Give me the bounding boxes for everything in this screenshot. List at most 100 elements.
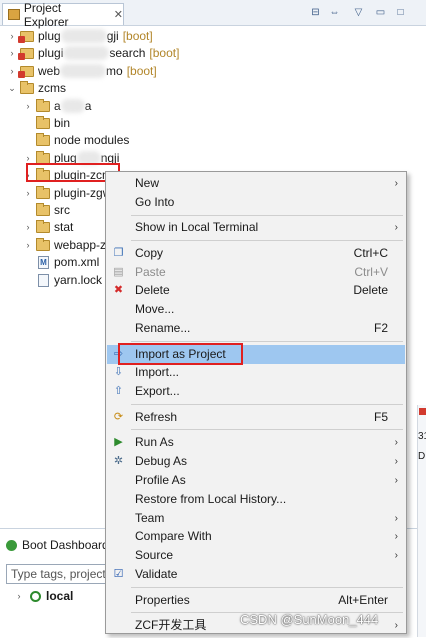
menu-debug-as-label: Debug As [135,454,188,468]
menu-restore-from-local-history-label: Restore from Local History... [135,492,287,506]
tree-item-label: bin [54,116,71,130]
folder-icon [20,80,34,94]
tree-item-label-suffix: a [84,99,92,113]
menu-properties-label: Properties [135,593,190,607]
view-menu-icon[interactable]: ▽ [352,6,365,19]
expand-arrow-icon[interactable]: › [7,44,17,62]
menu-export-label: Export... [135,384,180,398]
menu-show-in-local-terminal-label: Show in Local Terminal [135,220,259,234]
import-icon: ⇩ [113,366,124,378]
tab-project-explorer[interactable]: Project Explorer ✕ [2,1,124,29]
run-icon: ▶ [114,436,123,448]
menu-team-label: Team [135,511,165,525]
side-stub-letter: D [418,451,426,462]
folder-icon [36,115,50,129]
menu-debug-as[interactable]: ✲ Debug As › [107,452,405,471]
submenu-arrow-icon: › [394,437,398,448]
expand-arrow-icon[interactable]: ⌄ [7,79,17,97]
expand-arrow-icon[interactable]: › [7,27,17,45]
expand-arrow-icon[interactable]: › [23,184,33,202]
menu-properties-shortcut: Alt+Enter [338,593,388,607]
menu-import[interactable]: ⇩ Import... [107,363,405,382]
menu-compare-with[interactable]: Compare With › [107,527,405,546]
redacted-text [60,99,85,113]
menu-source[interactable]: Source › [107,546,405,565]
menu-move-label: Move... [135,302,175,316]
menu-paste[interactable]: ▤ Paste Ctrl+V [107,263,405,282]
tree-item-plugin-gongji-project[interactable]: › plug gji [boot] [7,27,153,45]
menu-profile-as[interactable]: Profile As › [107,471,405,490]
tree-item-plugin-search-project[interactable]: › plugi search [boot] [7,44,179,62]
menu-validate[interactable]: ☑ Validate [107,565,405,584]
menu-separator [131,587,403,588]
minimize-icon[interactable]: ▭ [374,6,387,19]
link-editor-icon[interactable]: ⇔ [328,6,341,19]
menu-show-in-local-terminal[interactable]: Show in Local Terminal › [107,218,405,237]
menu-rename[interactable]: Rename... F2 [107,319,405,338]
redacted-text [63,46,110,60]
tree-item-file-pom-xml[interactable]: Mpom.xml [23,253,99,271]
submenu-arrow-icon: › [394,222,398,233]
folder-icon [36,202,50,216]
tree-item-label: src [54,203,70,217]
tree-item-local[interactable]: › local [14,587,74,605]
tab-boot-dashboard-label: Boot Dashboard [22,538,109,552]
local-label: local [46,589,74,603]
expand-arrow-icon[interactable]: › [23,218,33,236]
menu-validate-label: Validate [135,567,178,581]
menu-move[interactable]: Move... [107,300,405,319]
tree-item-folder-webapp-zc[interactable]: › webapp-zc [23,236,112,254]
menu-team[interactable]: Team › [107,509,405,528]
tree-item-webapp-demo-project[interactable]: › web mo [boot] [7,62,157,80]
menu-run-as[interactable]: ▶ Run As › [107,433,405,452]
submenu-arrow-icon: › [394,178,398,189]
tree-item-folder-src[interactable]: src [23,201,70,219]
tab-boot-dashboard[interactable]: Boot Dashboard [2,534,109,556]
tree-item-folder-node-modules[interactable]: node modules [23,131,129,149]
expand-arrow-icon[interactable]: › [23,97,33,115]
submenu-arrow-icon: › [394,513,398,524]
menu-rename-label: Rename... [135,321,191,335]
project-explorer-tabbar: Project Explorer ✕ ⊟ ⇔ ▽ ▭ □ [0,0,426,29]
close-icon[interactable]: ✕ [114,8,123,21]
maximize-icon[interactable]: □ [394,6,407,19]
folder-icon [36,185,50,199]
expand-arrow-icon[interactable]: › [7,62,17,80]
menu-refresh[interactable]: ⟳ Refresh F5 [107,408,405,427]
menu-new[interactable]: New › [107,174,405,193]
menu-separator [131,404,403,405]
local-target-icon [30,590,41,602]
boot-tag: [boot] [149,46,180,60]
tree-item-folder-stat[interactable]: › stat [23,218,73,236]
tree-item-zcms-project[interactable]: ⌄ zcms [7,79,66,97]
menu-delete[interactable]: ✖ Delete Delete [107,281,405,300]
tree-item-folder-plugin-zgw[interactable]: › plugin-zgw [23,184,111,202]
redacted-text [60,64,107,78]
project-explorer-icon [8,9,20,20]
boot-project-icon [18,30,34,43]
tree-item-folder-a[interactable]: › a a [23,97,91,115]
menu-copy-shortcut: Ctrl+C [353,246,388,260]
menu-export[interactable]: ⇧ Export... [107,382,405,401]
menu-separator [131,240,403,241]
folder-icon [36,150,50,164]
menu-properties[interactable]: Properties Alt+Enter [107,591,405,610]
tree-item-folder-bin[interactable]: bin [23,114,70,132]
menu-copy[interactable]: ❐ Copy Ctrl+C [107,244,405,263]
collapse-all-icon[interactable]: ⊟ [309,6,322,19]
expand-arrow-icon[interactable]: › [23,236,33,254]
file-icon [38,273,49,287]
menu-run-as-label: Run As [135,435,174,449]
tree-item-label: webapp-zc [54,238,113,252]
submenu-arrow-icon: › [394,531,398,542]
menu-restore-from-local-history[interactable]: Restore from Local History... [107,490,405,509]
menu-go-into[interactable]: Go Into [107,193,405,212]
tag-filter-input[interactable]: Type tags, projects [6,564,116,584]
debug-icon: ✲ [113,455,124,467]
menu-go-into-label: Go Into [135,195,175,209]
tree-item-file-yarn-lock[interactable]: yarn.lock [23,271,102,289]
expand-arrow-icon[interactable]: › [14,591,24,601]
tree-item-label: plugin-zgw [54,186,112,200]
tree-item-label: a [54,99,61,113]
boot-project-icon [18,65,34,78]
